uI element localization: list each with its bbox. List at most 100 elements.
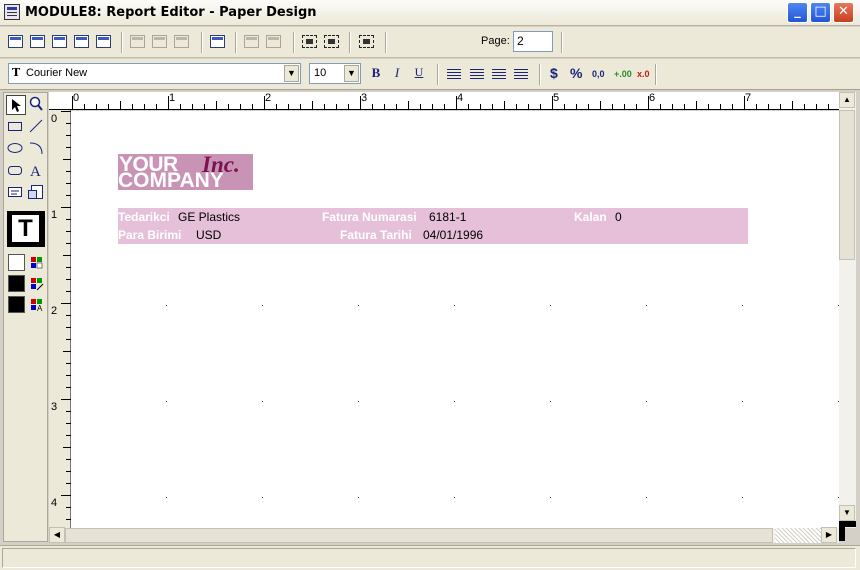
text-color-icon[interactable]: A: [30, 298, 44, 313]
main-toolbar: Page: 2: [0, 27, 860, 75]
toolbar-separator: [655, 64, 657, 85]
fill-color-icon[interactable]: [30, 256, 44, 270]
company-logo[interactable]: YOUR Inc. COMPANY: [118, 152, 253, 192]
bold-button[interactable]: B: [366, 65, 386, 83]
zoom-icon[interactable]: [27, 95, 47, 115]
horizontal-ruler: 0 1 2 3 4 5 6 7: [49, 92, 839, 110]
ruler-label: 7: [745, 92, 752, 104]
scroll-track[interactable]: [775, 528, 825, 543]
ruler-label: 2: [51, 305, 58, 317]
supplier-label[interactable]: Tedarikci: [118, 210, 170, 224]
font-size-select[interactable]: 10 ▼: [309, 63, 361, 84]
toolbar-separator: [561, 32, 563, 53]
toolbar-separator: [349, 32, 351, 53]
tool-palette: A T A: [3, 92, 48, 542]
page-number-input[interactable]: 2: [513, 31, 553, 52]
image-icon[interactable]: [27, 183, 47, 203]
scroll-down-icon[interactable]: ▼: [839, 505, 855, 521]
window-title: MODULE8: Report Editor - Paper Design: [25, 5, 317, 20]
edit-fields-icon[interactable]: [51, 34, 69, 50]
svg-text:A: A: [30, 164, 41, 179]
toolbar-separator: [201, 32, 203, 53]
currency-label[interactable]: Para Birimi: [118, 228, 181, 242]
font-name-value: Courier New: [26, 67, 88, 79]
currency-value[interactable]: USD: [196, 228, 221, 242]
page-label: Page:: [481, 35, 510, 47]
app-icon[interactable]: [4, 4, 20, 20]
report-canvas[interactable]: YOUR Inc. COMPANY Tedarikci GE Plastics …: [71, 111, 839, 528]
delete-band-icon[interactable]: [173, 34, 191, 50]
scroll-right-icon[interactable]: ▶: [821, 527, 837, 543]
ruler-label: 1: [51, 209, 58, 221]
align-left-objects-icon[interactable]: [243, 34, 261, 50]
group-frame-icon[interactable]: [358, 34, 376, 50]
size-grip-icon[interactable]: [839, 521, 856, 543]
logo-text-company: COMPANY: [118, 169, 224, 192]
remove-decimal-button[interactable]: x.0: [637, 69, 650, 79]
truetype-font-icon: T: [12, 66, 21, 79]
comma-format-button[interactable]: 0,0: [592, 69, 605, 79]
invoice-number-label[interactable]: Fatura Numarasi: [322, 210, 417, 224]
text-color-swatch[interactable]: [8, 296, 25, 313]
horizontal-scrollbar[interactable]: ◀ ▶: [49, 527, 839, 543]
invoice-date-value[interactable]: 04/01/1996: [423, 228, 483, 242]
align-right-objects-icon[interactable]: [265, 34, 283, 50]
rectangle-icon[interactable]: [6, 117, 26, 137]
data-source-icon[interactable]: [29, 34, 47, 50]
add-decimal-button[interactable]: +.00: [614, 69, 632, 79]
vertical-scrollbar[interactable]: ▲ ▼: [839, 92, 856, 528]
ruler-label: 3: [361, 92, 368, 104]
rounded-rect-icon[interactable]: [6, 161, 26, 181]
report-properties-icon[interactable]: [7, 34, 25, 50]
svg-text:A: A: [37, 304, 43, 312]
italic-button[interactable]: I: [387, 65, 407, 83]
minimize-button[interactable]: _: [787, 2, 808, 23]
currency-format-button[interactable]: $: [550, 65, 558, 81]
invoice-number-value[interactable]: 6181-1: [429, 210, 466, 224]
scroll-left-icon[interactable]: ◀: [49, 527, 65, 543]
chevron-down-icon[interactable]: ▼: [284, 65, 299, 82]
text-icon[interactable]: A: [27, 161, 47, 181]
line-color-swatch[interactable]: [8, 275, 25, 292]
preview-icon[interactable]: [73, 34, 91, 50]
toolbar-separator: [539, 64, 541, 85]
balance-value[interactable]: 0: [615, 210, 622, 224]
print-preview-icon[interactable]: [95, 34, 113, 50]
insert-band-above-icon[interactable]: [129, 34, 147, 50]
line-color-icon[interactable]: [30, 277, 44, 291]
percent-format-button[interactable]: %: [570, 65, 582, 81]
invoice-date-label[interactable]: Fatura Tarihi: [340, 228, 412, 242]
supplier-value[interactable]: GE Plastics: [178, 210, 240, 224]
line-icon[interactable]: [27, 117, 47, 137]
header-band[interactable]: Tedarikci GE Plastics Fatura Numarasi 61…: [118, 208, 748, 244]
scroll-up-icon[interactable]: ▲: [839, 92, 855, 108]
pointer-icon[interactable]: [6, 95, 26, 115]
align-center-icon[interactable]: [470, 69, 484, 80]
fill-color-swatch[interactable]: [8, 254, 25, 271]
font-name-select[interactable]: T Courier New ▼: [8, 63, 301, 84]
align-left-icon[interactable]: [447, 69, 461, 80]
vertical-scroll-thumb[interactable]: [839, 110, 855, 260]
underline-button[interactable]: U: [409, 65, 429, 83]
select-frame-icon[interactable]: [301, 34, 319, 50]
field-icon[interactable]: [6, 183, 26, 203]
toolbar-separator: [121, 32, 123, 53]
toolbar-separator: [385, 32, 387, 53]
horizontal-scroll-thumb[interactable]: [65, 528, 773, 543]
balance-label[interactable]: Kalan: [574, 210, 607, 224]
font-size-value: 10: [314, 67, 327, 79]
ellipse-icon[interactable]: [6, 139, 26, 159]
close-button[interactable]: ✕: [833, 2, 854, 23]
resize-frame-icon[interactable]: [323, 34, 341, 50]
arc-icon[interactable]: [27, 139, 47, 159]
text-style-preview[interactable]: T: [7, 211, 45, 247]
align-right-icon[interactable]: [492, 69, 506, 80]
insert-band-below-icon[interactable]: [151, 34, 169, 50]
align-justify-icon[interactable]: [514, 69, 528, 80]
chevron-down-icon[interactable]: ▼: [344, 65, 359, 82]
vertical-ruler: 0 1 2 3 4: [49, 110, 71, 528]
status-panel: [2, 548, 856, 568]
bring-forward-icon[interactable]: [209, 34, 227, 50]
status-bar: [0, 545, 860, 570]
maximize-button[interactable]: □: [810, 2, 831, 23]
